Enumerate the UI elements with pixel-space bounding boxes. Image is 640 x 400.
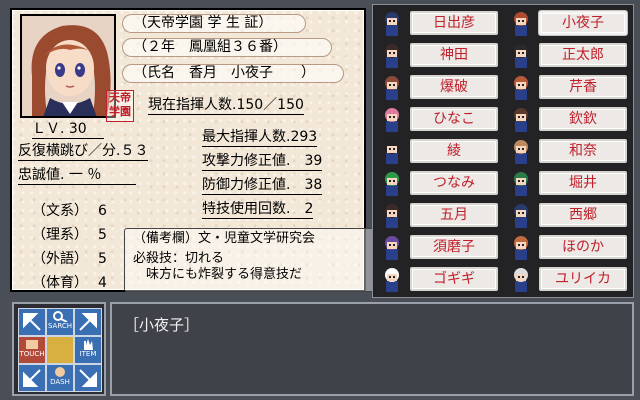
character-name-button[interactable]: ユリイカ	[539, 267, 627, 291]
roster-row[interactable]: 神田	[376, 39, 506, 71]
defense-modifier: 防御力修正値. 38	[202, 177, 323, 195]
loyalty-stat: 忠誠値. 一 ％	[18, 166, 136, 185]
search-button[interactable]: SARCH	[46, 308, 74, 336]
roster-row[interactable]: 和奈	[505, 135, 635, 167]
roster-row[interactable]: つなみ	[376, 167, 506, 199]
roster-row[interactable]: 欽欽	[505, 103, 635, 135]
character-name-button[interactable]: 堀井	[539, 171, 627, 195]
character-name-button[interactable]: 芹香	[539, 75, 627, 99]
character-sprite-icon	[507, 9, 535, 37]
subject-row: （体育） 4	[32, 275, 107, 291]
character-name-button[interactable]: ひなこ	[410, 107, 498, 131]
character-sprite-icon	[378, 201, 406, 229]
subject-row: （外語） 5	[32, 251, 107, 267]
roster-row[interactable]: 日出彦	[376, 7, 506, 39]
roster-row[interactable]: ユリイカ	[505, 263, 635, 295]
roster-row[interactable]: 綾	[376, 135, 506, 167]
character-name-button[interactable]: 神田	[410, 43, 498, 67]
max-command-count: 最大指揮人数.293	[202, 129, 318, 147]
character-sprite-icon	[507, 105, 535, 133]
character-name-button[interactable]: 正太郎	[539, 43, 627, 67]
item-button[interactable]: ITEM	[74, 336, 102, 364]
school-stamp: 天帝学園	[106, 90, 134, 122]
character-sprite-icon	[507, 233, 535, 261]
character-sprite-icon	[378, 73, 406, 101]
roster-row[interactable]: ほのか	[505, 231, 635, 263]
arrow-up-right-button[interactable]	[74, 308, 102, 336]
roster-row[interactable]: 須磨子	[376, 231, 506, 263]
student-name: （氏名 香月 小夜子 ）	[122, 64, 344, 83]
character-sprite-icon	[507, 265, 535, 293]
character-sprite-icon	[507, 137, 535, 165]
character-sprite-icon	[507, 201, 535, 229]
item-label: ITEM	[79, 350, 97, 358]
roster-row[interactable]: 小夜子	[505, 7, 635, 39]
subject-row: （理系） 5	[32, 227, 107, 243]
roster-row[interactable]: 堀井	[505, 167, 635, 199]
character-name-button[interactable]: 欽欽	[539, 107, 627, 131]
arrow-up-left-button[interactable]	[18, 308, 46, 336]
roster-row[interactable]: ゴギギ	[376, 263, 506, 295]
character-sprite-icon	[378, 265, 406, 293]
current-command-count: 現在指揮人数.150／150	[148, 97, 304, 115]
roster-column-right: 小夜子正太郎芹香欽欽和奈堀井西郷ほのかユリイカ	[505, 7, 635, 295]
command-panel: SARCH TOUCH ITEM DASH	[12, 302, 106, 396]
character-sprite-icon	[507, 73, 535, 101]
subject-row: （文系） 6	[32, 203, 107, 219]
level: ＬＶ. 30	[32, 120, 104, 139]
repeat-jump-stat: 反復横跳び／分.５３	[18, 143, 149, 161]
arrow-down-left-button[interactable]	[18, 364, 46, 392]
character-roster: 日出彦神田爆破ひなこ綾つなみ五月須磨子ゴギギ 小夜子正太郎芹香欽欽和奈堀井西郷ほ…	[372, 4, 634, 298]
character-portrait	[20, 14, 116, 118]
center-button[interactable]	[46, 336, 74, 364]
roster-row[interactable]: 正太郎	[505, 39, 635, 71]
card-title: （天帝学園 学 生 証）	[122, 14, 306, 33]
character-sprite-icon	[378, 41, 406, 69]
character-name-button[interactable]: 日出彦	[410, 11, 498, 35]
character-sprite-icon	[378, 105, 406, 133]
character-name-button[interactable]: つなみ	[410, 171, 498, 195]
touch-button[interactable]: TOUCH	[18, 336, 46, 364]
character-sprite-icon	[378, 137, 406, 165]
game-screen: 天帝学園 （天帝学園 学 生 証） （２年 鳳凰組３６番） （氏名 香月 小夜子…	[0, 0, 640, 400]
class-number: （２年 鳳凰組３６番）	[122, 38, 332, 57]
roster-row[interactable]: ひなこ	[376, 103, 506, 135]
search-label: SARCH	[47, 322, 73, 330]
dialogue-box[interactable]: ［小夜子］	[110, 302, 634, 396]
character-name-button[interactable]: 西郷	[539, 203, 627, 227]
notes-header: （備考欄）文・児童文学研究会	[133, 231, 316, 246]
attack-modifier: 攻撃力修正値. 39	[202, 153, 323, 171]
roster-column-left: 日出彦神田爆破ひなこ綾つなみ五月須磨子ゴギギ	[376, 7, 506, 295]
touch-label: TOUCH	[19, 350, 45, 358]
special-uses: 特技使用回数. 2	[202, 201, 314, 219]
character-name-button[interactable]: ほのか	[539, 235, 627, 259]
character-name-button[interactable]: ゴギギ	[410, 267, 498, 291]
character-sprite-icon	[507, 169, 535, 197]
roster-row[interactable]: 西郷	[505, 199, 635, 231]
student-id-card: 天帝学園 （天帝学園 学 生 証） （２年 鳳凰組３６番） （氏名 香月 小夜子…	[10, 8, 374, 292]
character-name-button[interactable]: 和奈	[539, 139, 627, 163]
character-sprite-icon	[378, 169, 406, 197]
dash-button[interactable]: DASH	[46, 364, 74, 392]
character-sprite-icon	[507, 41, 535, 69]
character-sprite-icon	[378, 9, 406, 37]
speaker-name: ［小夜子］	[124, 316, 200, 334]
character-sprite-icon	[378, 233, 406, 261]
notes-line: 味方にも炸裂する得意技だ	[133, 267, 303, 282]
dash-label: DASH	[50, 378, 70, 386]
notes-box: （備考欄）文・児童文学研究会 必殺技：切れる 味方にも炸裂する得意技だ	[124, 228, 374, 292]
character-name-button[interactable]: 爆破	[410, 75, 498, 99]
notes-line: 必殺技：切れる	[133, 251, 225, 266]
character-name-button[interactable]: 須磨子	[410, 235, 498, 259]
roster-row[interactable]: 五月	[376, 199, 506, 231]
roster-row[interactable]: 芹香	[505, 71, 635, 103]
character-name-button[interactable]: 綾	[410, 139, 498, 163]
character-name-button[interactable]: 小夜子	[539, 11, 627, 35]
roster-row[interactable]: 爆破	[376, 71, 506, 103]
arrow-down-right-button[interactable]	[74, 364, 102, 392]
character-name-button[interactable]: 五月	[410, 203, 498, 227]
